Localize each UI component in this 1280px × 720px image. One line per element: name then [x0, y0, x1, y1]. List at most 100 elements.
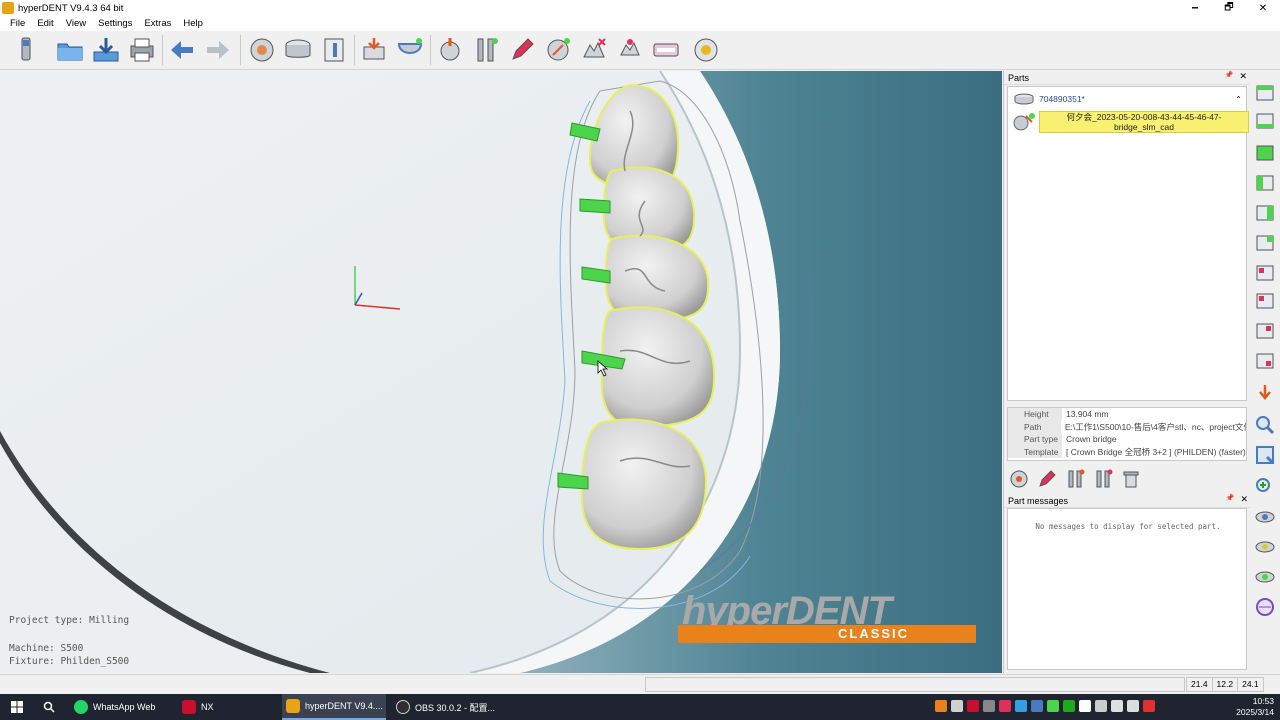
taskbar-whatsapp[interactable]: WhatsApp Web — [70, 694, 172, 720]
tray-app-icon[interactable] — [983, 700, 995, 712]
battery-icon[interactable] — [1111, 700, 1123, 712]
view-right-button[interactable] — [1253, 231, 1277, 255]
parts-close-button[interactable]: ✕ — [1239, 71, 1247, 82]
crown-part-icon — [1011, 112, 1037, 132]
tool-holders-button[interactable] — [470, 34, 502, 66]
zoom-window-button[interactable] — [1253, 475, 1277, 499]
taskbar-clock[interactable]: 10:53 2025/3/14 — [1236, 696, 1274, 718]
pin-icon[interactable]: 📌 — [1226, 494, 1235, 505]
save-button[interactable] — [90, 34, 122, 66]
start-button[interactable] — [6, 694, 28, 720]
search-button[interactable] — [38, 694, 60, 720]
tray-app-icon[interactable] — [1047, 700, 1059, 712]
volume-icon[interactable] — [1095, 700, 1107, 712]
report-button[interactable] — [690, 34, 722, 66]
tray-app-icon[interactable] — [935, 700, 947, 712]
view-top-button[interactable] — [1253, 141, 1277, 165]
open-button[interactable] — [54, 34, 86, 66]
messages-close-button[interactable]: ✕ — [1240, 494, 1248, 505]
part-delete-button[interactable] — [1119, 467, 1143, 491]
stock-button[interactable] — [282, 34, 314, 66]
windows-taskbar: WhatsApp Web NX hyperDENT V9.4.... OBS 3… — [0, 694, 1280, 720]
parts-tree[interactable]: 704890351* ⌃ 何夕会_2023-05-20-008-43-44-45… — [1007, 86, 1249, 401]
menu-extras[interactable]: Extras — [138, 18, 177, 29]
wifi-icon[interactable] — [1079, 700, 1091, 712]
redo-button[interactable] — [202, 34, 234, 66]
menu-help[interactable]: Help — [177, 18, 209, 29]
language-icon[interactable] — [1127, 700, 1139, 712]
view-left-button[interactable] — [1253, 201, 1277, 225]
tool-button[interactable] — [10, 34, 42, 66]
menu-settings[interactable]: Settings — [92, 18, 138, 29]
pan-button[interactable] — [1253, 535, 1277, 559]
tray-app-icon[interactable] — [951, 700, 963, 712]
fixture-icon — [324, 38, 344, 62]
pen-button[interactable] — [506, 34, 538, 66]
tray-app-icon[interactable] — [1031, 700, 1043, 712]
menu-edit[interactable]: Edit — [31, 18, 59, 29]
view-back-button[interactable] — [1253, 109, 1277, 133]
check-icon — [620, 39, 640, 56]
status-bar: 21.4 12.2 24.1 — [0, 674, 1280, 694]
part-tools-button[interactable] — [1063, 467, 1087, 491]
tray-app-icon[interactable] — [967, 700, 979, 712]
view-cube-icon — [1256, 293, 1274, 309]
postprocessor-button[interactable] — [650, 34, 682, 66]
part-name-highlight[interactable]: 何夕会_2023-05-20-008-43-44-45-46-47- bridg… — [1039, 111, 1249, 133]
blank-row[interactable]: 704890351* ⌃ — [1009, 88, 1246, 110]
view-front-button[interactable] — [1253, 81, 1277, 105]
menu-view[interactable]: View — [60, 18, 92, 29]
search-icon — [43, 701, 55, 713]
view-iso3-button[interactable] — [1253, 319, 1277, 343]
wireframe-button[interactable] — [1253, 595, 1277, 619]
3d-viewport[interactable]: Project type: Milling Machine: S500 Fixt… — [0, 71, 1002, 673]
fixture-button[interactable] — [318, 34, 350, 66]
calculate-button[interactable] — [542, 34, 574, 66]
taskbar-nx[interactable]: NX — [178, 694, 278, 720]
part-row-selected[interactable]: 何夕会_2023-05-20-008-43-44-45-46-47- bridg… — [1009, 111, 1249, 133]
view-iso-button[interactable] — [1253, 261, 1277, 285]
check-button[interactable] — [614, 34, 646, 66]
undo-button[interactable] — [166, 34, 198, 66]
tray-app-icon[interactable] — [1143, 700, 1155, 712]
simulate-button[interactable] — [578, 34, 610, 66]
zoom-fit-button[interactable] — [1253, 443, 1277, 467]
blank-holder-button[interactable] — [394, 34, 426, 66]
tray-app-icon[interactable] — [1015, 700, 1027, 712]
tray-app-icon[interactable] — [999, 700, 1011, 712]
wireframe-icon — [1256, 598, 1274, 616]
part-pen-button[interactable] — [1035, 467, 1059, 491]
pin-icon[interactable]: 📌 — [1225, 71, 1234, 82]
close-button[interactable]: ✕ — [1246, 0, 1280, 16]
wechat-icon[interactable] — [1063, 700, 1075, 712]
view-iso4-button[interactable] — [1253, 349, 1277, 373]
nx-icon — [182, 700, 196, 714]
minimize-button[interactable]: 🗕 — [1178, 0, 1212, 16]
prep-button[interactable] — [434, 34, 466, 66]
view-down-button[interactable] — [1253, 381, 1277, 405]
obs-icon — [396, 700, 410, 714]
part-calc-button[interactable] — [1007, 467, 1031, 491]
blank-button[interactable] — [246, 34, 278, 66]
view-iso2-button[interactable] — [1253, 289, 1277, 313]
shade-button[interactable] — [1253, 565, 1277, 589]
coord-z: 24.1 — [1237, 677, 1264, 692]
blank-disc-icon — [1011, 89, 1037, 109]
menu-file[interactable]: File — [4, 18, 31, 29]
taskbar-hyperdent[interactable]: hyperDENT V9.4.... — [282, 694, 386, 720]
collapse-icon[interactable]: ⌃ — [1235, 95, 1242, 104]
pan-icon — [1255, 541, 1275, 553]
add-part-icon — [363, 38, 385, 60]
zoom-button[interactable] — [1253, 413, 1277, 437]
prep-icon — [440, 38, 460, 61]
tool-holders-icon — [477, 38, 498, 62]
rotate-button[interactable] — [1253, 505, 1277, 529]
view-bottom-button[interactable] — [1253, 171, 1277, 195]
scene-drawing — [0, 71, 1002, 673]
down-arrow-icon — [1259, 385, 1271, 400]
taskbar-obs[interactable]: OBS 30.0.2 - 配置... — [392, 694, 496, 720]
print-button[interactable] — [126, 34, 158, 66]
add-part-button[interactable] — [358, 34, 390, 66]
maximize-button[interactable]: 🗗 — [1212, 0, 1246, 16]
part-sprue-button[interactable] — [1091, 467, 1115, 491]
